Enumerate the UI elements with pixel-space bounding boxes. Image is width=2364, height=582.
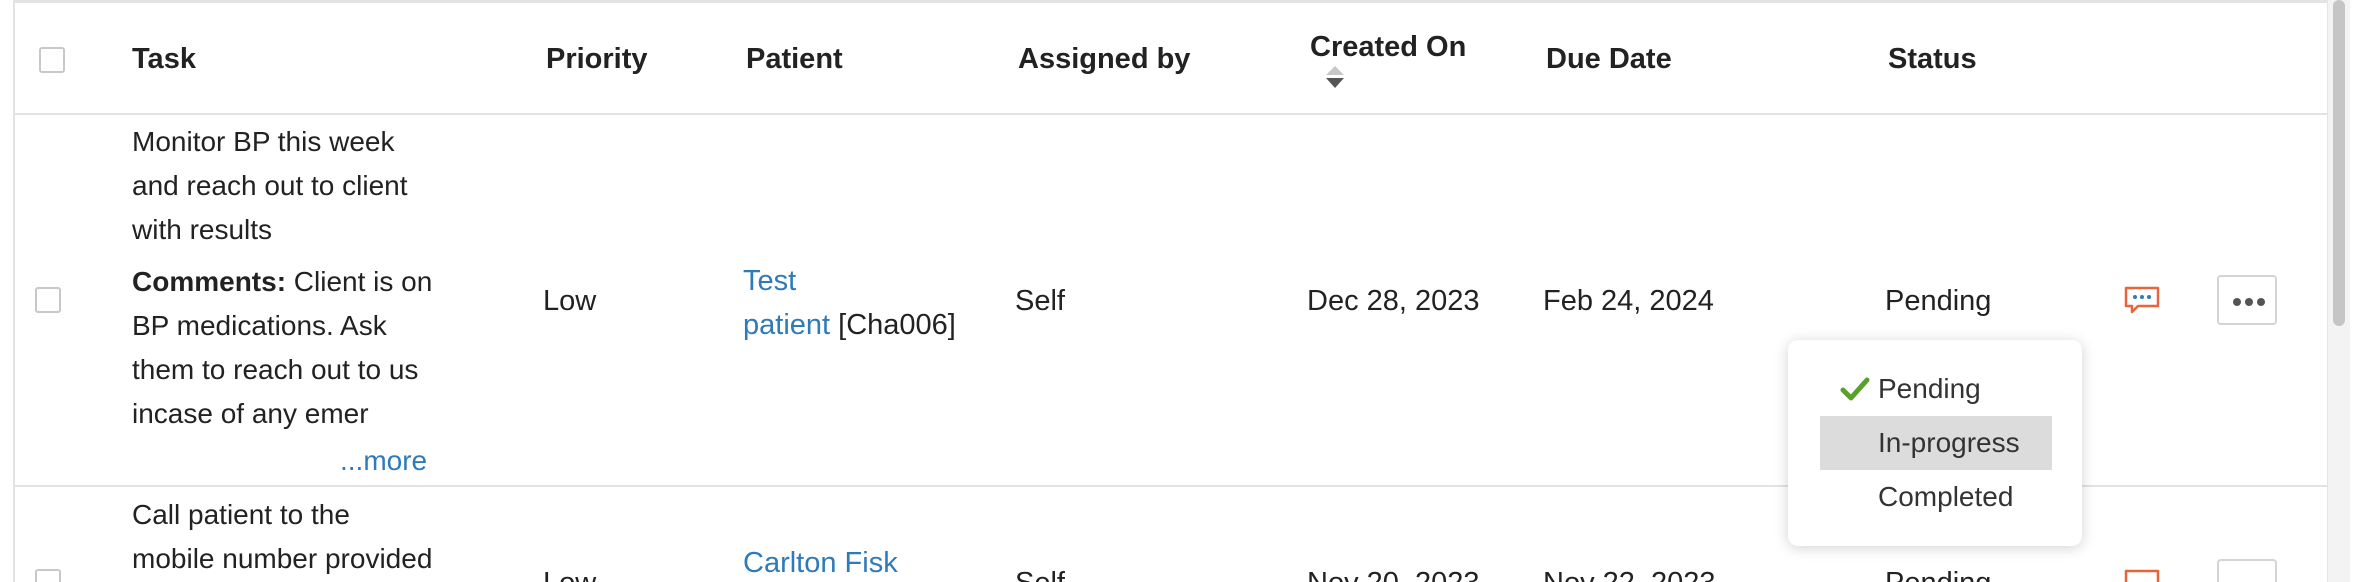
task-comments: Comments: Client is on — [132, 260, 452, 304]
status-dropdown-menu: Pending In-progress Completed — [1788, 340, 2082, 546]
row-actions-button[interactable] — [2217, 275, 2277, 325]
table-header: Task Priority Patient Assigned by Create… — [15, 3, 2327, 115]
header-created-on[interactable]: Created On — [1310, 31, 1466, 64]
assigned-by-cell: Self — [1015, 285, 1065, 317]
sort-descending-icon[interactable] — [1326, 78, 1344, 88]
status-option-label: In-progress — [1878, 427, 2020, 458]
chat-bubble-icon[interactable] — [2124, 569, 2160, 582]
comments-text: Client is on — [293, 266, 433, 297]
assigned-by-cell: Self — [1015, 567, 1065, 582]
status-option-completed[interactable]: Completed — [1820, 470, 2052, 524]
sort-ascending-icon[interactable] — [1326, 66, 1344, 75]
header-assigned-by[interactable]: Assigned by — [1018, 43, 1190, 76]
header-task[interactable]: Task — [132, 43, 196, 76]
task-line: Call patient to the — [132, 499, 350, 530]
checkmark-icon — [1840, 377, 1870, 401]
row-checkbox[interactable] — [35, 287, 61, 313]
task-line: and reach out to client — [132, 170, 408, 201]
status-dropdown-trigger[interactable]: Pending — [1885, 567, 1991, 582]
due-date-cell: Feb 24, 2024 — [1543, 285, 1714, 317]
task-line: with results — [132, 214, 273, 245]
status-option-in-progress[interactable]: In-progress — [1820, 416, 2052, 470]
header-status[interactable]: Status — [1888, 43, 1977, 76]
task-line: mobile number provided — [132, 543, 433, 574]
comments-line: BP medications. Ask — [132, 310, 387, 341]
status-option-label: Completed — [1878, 481, 2014, 512]
comments-line: incase of any emer — [132, 398, 369, 429]
task-description: Monitor BP this week and reach out to cl… — [132, 120, 452, 436]
ellipsis-dot — [2257, 298, 2265, 306]
row-checkbox[interactable] — [35, 569, 61, 582]
status-option-pending[interactable]: Pending — [1820, 362, 2052, 416]
comments-line: them to reach out to us — [132, 354, 419, 385]
comments-label: Comments: — [132, 266, 287, 297]
patient-link[interactable]: patient — [743, 309, 830, 341]
ellipsis-dot — [2245, 298, 2253, 306]
patient-id: [Cha006] — [838, 309, 956, 341]
chat-bubble-icon[interactable] — [2124, 286, 2160, 314]
status-dropdown-trigger[interactable]: Pending — [1885, 285, 1991, 318]
ellipsis-icon — [2233, 298, 2241, 306]
priority-cell: Low — [543, 567, 596, 582]
vertical-scrollbar[interactable] — [2327, 0, 2350, 582]
more-link[interactable]: ...more — [340, 445, 427, 477]
patient-cell: patient [Cha006] — [743, 309, 956, 342]
select-all-checkbox[interactable] — [39, 47, 65, 73]
patient-link[interactable]: Test — [743, 265, 796, 298]
created-on-cell: Nov 20, 2023 — [1307, 567, 1480, 582]
due-date-cell: Nov 22, 2023 — [1543, 567, 1716, 582]
status-option-label: Pending — [1878, 373, 1981, 404]
patient-link[interactable]: Carlton Fisk — [743, 547, 898, 580]
scrollbar-thumb[interactable] — [2333, 0, 2345, 326]
header-due-date[interactable]: Due Date — [1546, 43, 1672, 76]
header-patient[interactable]: Patient — [746, 43, 843, 76]
task-description: Call patient to the mobile number provid… — [132, 493, 452, 581]
header-priority[interactable]: Priority — [546, 43, 648, 76]
priority-cell: Low — [543, 285, 597, 317]
created-on-cell: Dec 28, 2023 — [1307, 285, 1480, 317]
task-line: Monitor BP this week — [132, 126, 395, 157]
row-actions-button[interactable] — [2217, 559, 2277, 582]
